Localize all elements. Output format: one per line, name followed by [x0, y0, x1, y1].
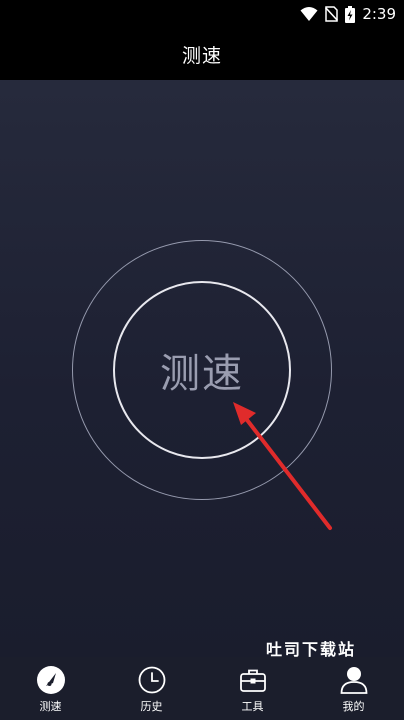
- start-speed-test-button[interactable]: 测速: [113, 281, 291, 459]
- nav-item-profile[interactable]: 我的: [303, 657, 404, 720]
- nav-label-profile: 我的: [342, 700, 365, 713]
- speedometer-icon: [36, 666, 65, 694]
- status-time: 2:39: [362, 5, 396, 23]
- battery-charging-icon: [345, 5, 356, 23]
- nav-item-history[interactable]: 历史: [101, 657, 202, 720]
- nav-item-speed-test[interactable]: 测速: [0, 657, 101, 720]
- person-icon: [340, 667, 367, 694]
- nav-label-speed-test: 测速: [39, 700, 62, 713]
- nav-label-history: 历史: [140, 700, 163, 713]
- toolbox-icon: [239, 669, 266, 692]
- watermark-text: 吐司下载站: [265, 640, 356, 657]
- nav-label-tools: 工具: [241, 700, 264, 713]
- nav-item-tools[interactable]: 工具: [202, 657, 303, 720]
- page-title: 测速: [181, 44, 222, 67]
- speed-button-label: 测速: [160, 351, 244, 397]
- no-sim-icon: [325, 6, 339, 22]
- title-bar: 测速: [0, 28, 404, 80]
- speed-test-panel: 测速 吐司下载站: [0, 80, 404, 657]
- wifi-icon: [300, 7, 318, 21]
- clock-icon: [138, 666, 165, 694]
- status-bar: 2:39: [0, 0, 404, 28]
- status-icons: 2:39: [300, 4, 396, 24]
- bottom-nav: 测速 历史 工具 我的: [0, 657, 404, 720]
